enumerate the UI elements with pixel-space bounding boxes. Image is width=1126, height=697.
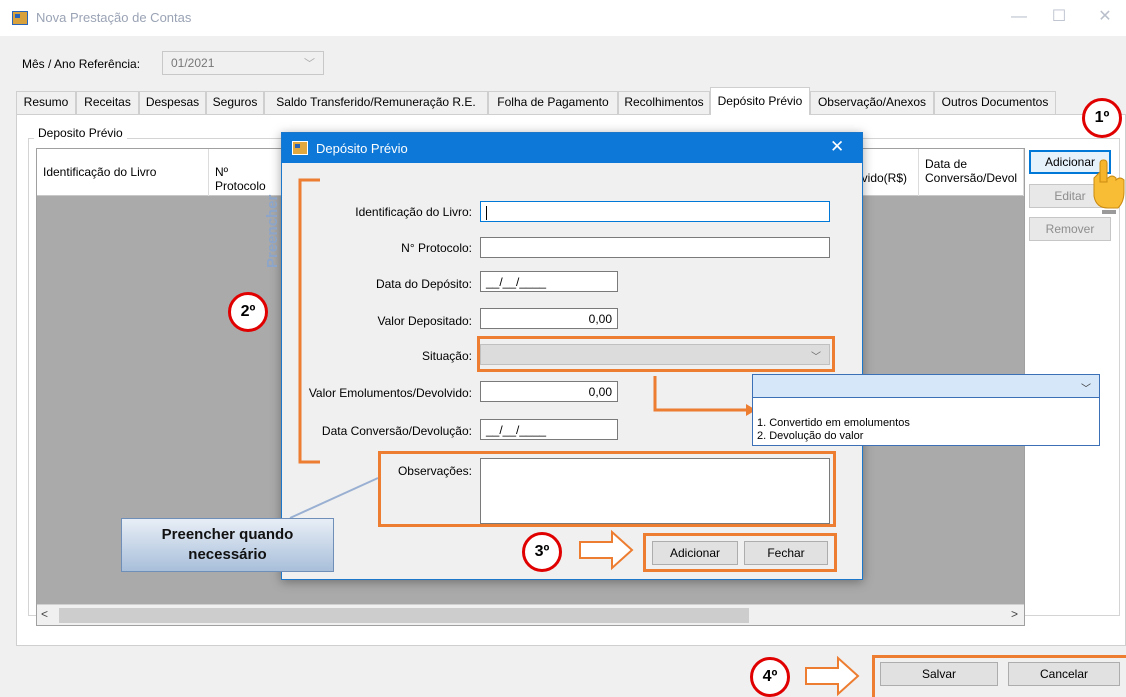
callout-box: Preencher quando necessário: [121, 518, 334, 572]
dropdown-option[interactable]: 2. Devolução do valor: [757, 430, 863, 442]
text-cursor: [486, 205, 487, 220]
hand-pointer-icon: [1093, 159, 1125, 214]
tab-seguros[interactable]: Seguros: [206, 91, 264, 114]
group-label: Deposito Prévio: [34, 126, 127, 140]
livro-input[interactable]: [480, 201, 830, 222]
data-conversao-input[interactable]: __/__/____: [480, 419, 618, 440]
column-header[interactable]: lvido(R$): [855, 149, 919, 196]
preencher-label: Preencher: [264, 194, 281, 268]
footer-buttons-highlight: [872, 655, 1126, 697]
remove-button[interactable]: Remover: [1029, 217, 1111, 241]
step-4-badge: 4º: [750, 657, 790, 697]
window-titlebar: Nova Prestação de Contas — ☐ ✕: [0, 0, 1126, 36]
livro-label: Identificação do Livro:: [355, 205, 472, 219]
dialog-buttons-highlight: [643, 533, 837, 572]
reference-value: 01/2021: [171, 56, 215, 70]
dialog-close-icon[interactable]: ✕: [830, 137, 844, 157]
scroll-left-icon[interactable]: <: [41, 607, 48, 621]
valor-emolumentos-input[interactable]: 0,00: [480, 381, 618, 402]
scroll-thumb[interactable]: [59, 608, 749, 623]
dropdown-head[interactable]: ﹀: [753, 375, 1099, 398]
dropdown-option[interactable]: 1. Convertido em emolumentos: [757, 417, 910, 429]
tab-despesas[interactable]: Despesas: [139, 91, 206, 114]
tab-resumo[interactable]: Resumo: [16, 91, 76, 114]
app-icon: [292, 141, 308, 155]
protocolo-input[interactable]: [480, 237, 830, 258]
step-1-badge: 1º: [1082, 98, 1122, 138]
valor-depositado-input[interactable]: 0,00: [480, 308, 618, 329]
dialog-titlebar: Depósito Prévio ✕: [282, 133, 862, 163]
situacao-highlight: [477, 336, 835, 372]
tab-observacao-anexos[interactable]: Observação/Anexos: [810, 91, 934, 114]
scroll-right-icon[interactable]: >: [1011, 607, 1018, 621]
data-deposito-input[interactable]: __/__/____: [480, 271, 618, 292]
situacao-dropdown[interactable]: ﹀ 1. Convertido em emolumentos 2. Devolu…: [752, 374, 1100, 446]
column-header[interactable]: Data de Conversão/Devol: [919, 149, 1024, 196]
column-header[interactable]: Identificação do Livro: [37, 149, 209, 196]
column-header[interactable]: Nº Protocolo: [209, 149, 289, 196]
maximize-button[interactable]: ☐: [1036, 0, 1082, 36]
chevron-down-icon: ﹀: [1081, 384, 1091, 395]
data-conversao-label: Data Conversão/Devolução:: [321, 424, 472, 438]
reference-label: Mês / Ano Referência:: [22, 57, 141, 71]
reference-select[interactable]: 01/2021 ﹀: [162, 51, 324, 75]
situacao-label: Situação:: [421, 349, 472, 363]
tab-receitas[interactable]: Receitas: [76, 91, 139, 114]
data-deposito-label: Data do Depósito:: [375, 277, 472, 291]
tab-outros-documentos[interactable]: Outros Documentos: [934, 91, 1056, 114]
chevron-down-icon: ﹀: [304, 58, 315, 70]
tab-recolhimentos[interactable]: Recolhimentos: [618, 91, 710, 114]
horizontal-scrollbar[interactable]: < >: [37, 604, 1024, 625]
step-3-badge: 3º: [522, 532, 562, 572]
valor-depositado-label: Valor Depositado:: [377, 314, 473, 328]
observacoes-highlight: [378, 451, 836, 527]
app-icon: [12, 11, 28, 25]
tab-folha-pagamento[interactable]: Folha de Pagamento: [488, 91, 618, 114]
window-title: Nova Prestação de Contas: [36, 10, 192, 25]
step-2-badge: 2º: [228, 292, 268, 332]
dialog-title: Depósito Prévio: [316, 141, 408, 156]
tab-saldo-transferido[interactable]: Saldo Transferido/Remuneração R.E.: [264, 91, 488, 114]
tab-deposito-previo[interactable]: Depósito Prévio: [710, 87, 810, 115]
protocolo-label: N° Protocolo:: [401, 241, 472, 255]
close-button[interactable]: ✕: [1082, 0, 1126, 36]
valor-emolumentos-label: Valor Emolumentos/Devolvido:: [308, 386, 472, 400]
